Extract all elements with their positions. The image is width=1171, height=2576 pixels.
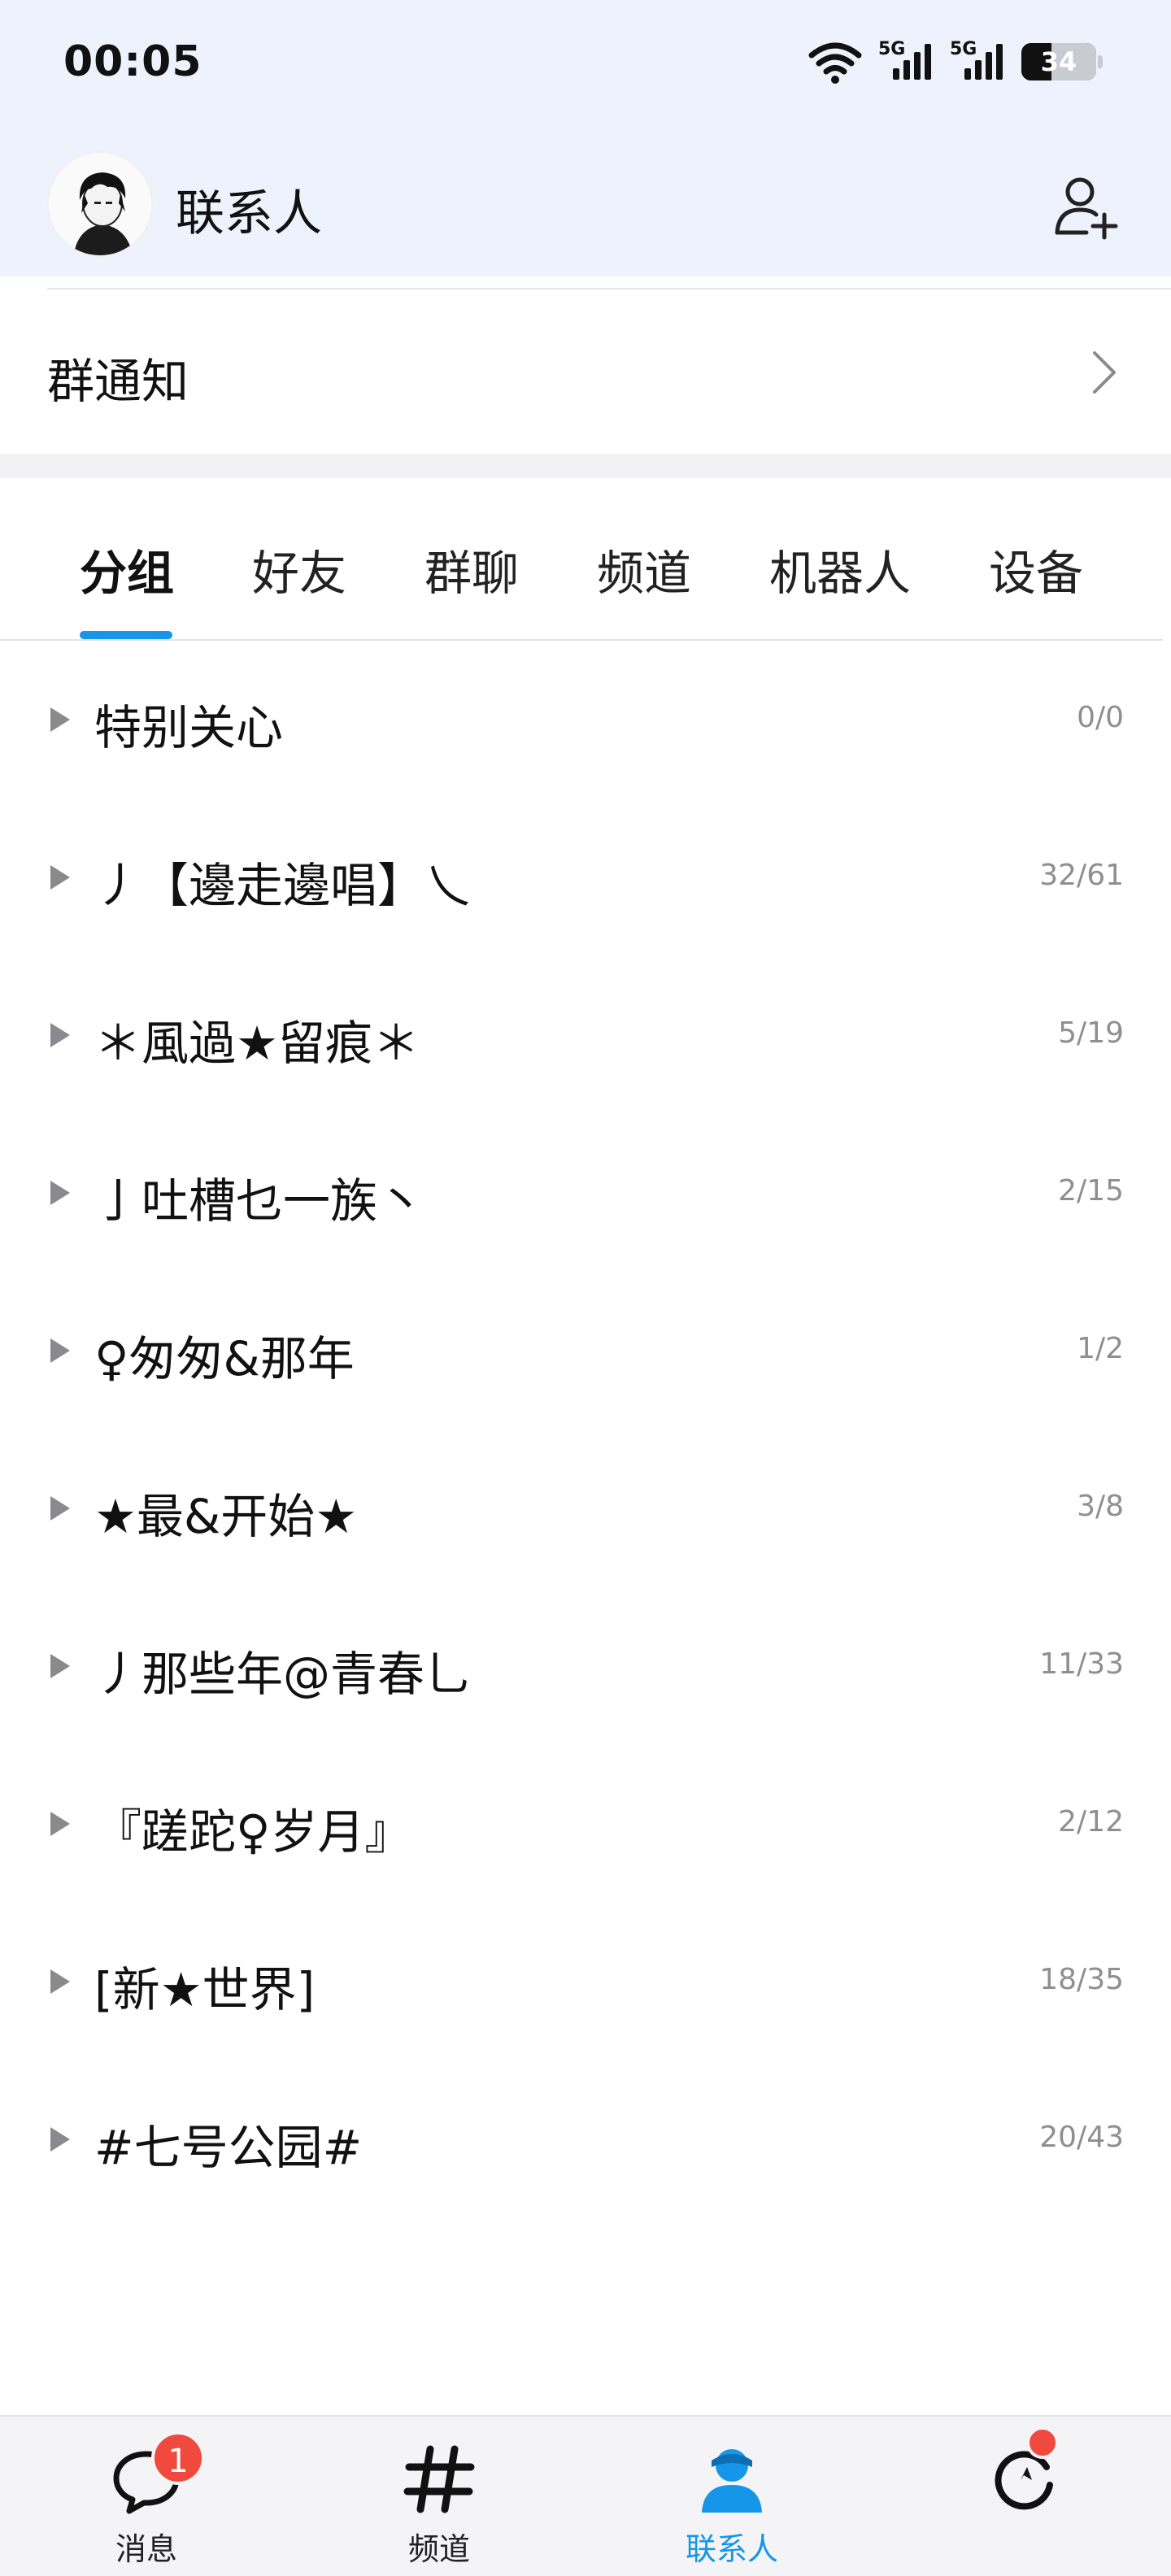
unread-badge: 1 <box>151 2431 205 2485</box>
group-count: 18/35 <box>1039 1963 1124 1996</box>
group-name: [新★世界] <box>94 1962 316 2017</box>
signal-icon-1: 5G <box>878 39 935 85</box>
wifi-icon <box>808 42 862 84</box>
tab-groups[interactable]: 分组 <box>80 535 174 603</box>
nav-contacts[interactable]: 联系人 <box>634 2417 829 2576</box>
header-divider <box>47 288 1171 289</box>
group-count: 2/12 <box>1058 1805 1124 1838</box>
group-name: 亅吐槽乜一族丶 <box>94 1173 425 1229</box>
section-gap <box>0 454 1171 478</box>
battery-icon: 34 <box>1021 43 1096 80</box>
contacts-person-icon <box>702 2449 762 2513</box>
group-count: 3/8 <box>1077 1490 1124 1523</box>
tab-bar: 分组 好友 群聊 频道 机器人 设备 <box>0 478 1171 641</box>
group-notice-row[interactable]: 群通知 <box>0 291 1171 454</box>
group-list: 特别关心 0/0 丿【邊走邊唱】乀 32/61 ＊風過★留痕＊ 5/19 亅吐槽… <box>0 642 1171 2220</box>
network-label-1: 5G <box>878 39 906 59</box>
group-name: ♀匆匆&那年 <box>94 1331 355 1386</box>
tab-group-chats[interactable]: 群聊 <box>424 535 519 603</box>
nav-messages[interactable]: 消息 <box>49 2417 244 2576</box>
battery-tip <box>1098 55 1103 68</box>
tab-active-indicator <box>80 631 172 639</box>
header: 联系人 <box>0 138 1171 276</box>
notification-dot <box>1026 2426 1059 2459</box>
hash-icon <box>403 2445 475 2513</box>
group-row[interactable]: [新★世界] 18/35 <box>0 1904 1171 2062</box>
add-contact-button[interactable] <box>1049 169 1122 242</box>
group-count: 2/15 <box>1058 1174 1124 1208</box>
network-label-2: 5G <box>950 39 977 59</box>
tab-divider <box>0 639 1163 641</box>
nav-channels[interactable]: 频道 <box>342 2417 537 2576</box>
group-name: ★最&开始★ <box>94 1489 358 1544</box>
expand-arrow-icon <box>50 1023 70 1047</box>
expand-arrow-icon <box>50 1181 70 1205</box>
group-name: ＊風過★留痕＊ <box>94 1016 420 1071</box>
group-name: #七号公园# <box>94 2120 363 2175</box>
group-row[interactable]: #七号公园# 20/43 <box>0 2062 1171 2220</box>
avatar-image <box>49 153 151 255</box>
group-row[interactable]: 特别关心 0/0 <box>0 642 1171 800</box>
signal-icon-2: 5G <box>950 39 1007 85</box>
tab-channels[interactable]: 频道 <box>597 535 691 603</box>
group-name: 丿【邊走邊唱】乀 <box>94 858 472 913</box>
expand-arrow-icon <box>50 2127 70 2152</box>
group-notice-label: 群通知 <box>47 354 189 409</box>
contacts-page: 00:05 5G 5G 34 联系人 群通知 分组 好友 群聊 频道 机器人 设… <box>0 0 1171 2576</box>
group-name: 『蹉跎♀岁月』 <box>94 1804 412 1860</box>
group-row[interactable]: ★最&开始★ 3/8 <box>0 1431 1171 1589</box>
expand-arrow-icon <box>50 1969 70 1994</box>
battery-level: 34 <box>1040 46 1077 77</box>
group-row[interactable]: ♀匆匆&那年 1/2 <box>0 1273 1171 1431</box>
group-name: 特别关心 <box>94 700 284 755</box>
page-title: 联系人 <box>176 185 322 242</box>
tab-friends[interactable]: 好友 <box>252 535 346 603</box>
group-row[interactable]: 『蹉跎♀岁月』 2/12 <box>0 1747 1171 1904</box>
group-name: 丿那些年@青春乚 <box>94 1647 472 1702</box>
expand-arrow-icon <box>50 1654 70 1678</box>
chevron-right-icon <box>1093 351 1116 394</box>
group-count: 0/0 <box>1077 701 1124 734</box>
group-count: 32/61 <box>1039 859 1124 892</box>
nav-channels-label: 频道 <box>407 2531 470 2567</box>
nav-contacts-label: 联系人 <box>685 2531 778 2567</box>
expand-arrow-icon <box>50 1496 70 1521</box>
group-count: 11/33 <box>1039 1647 1124 1681</box>
bottom-nav: 消息 1 频道 联系人 <box>0 2415 1171 2576</box>
tab-robots[interactable]: 机器人 <box>769 535 911 603</box>
group-count: 1/2 <box>1077 1332 1124 1365</box>
status-icons: 5G 5G 34 <box>807 37 1103 86</box>
expand-arrow-icon <box>50 1812 70 1836</box>
tab-devices[interactable]: 设备 <box>989 535 1083 603</box>
nav-messages-label: 消息 <box>115 2531 177 2567</box>
group-row[interactable]: 亅吐槽乜一族丶 2/15 <box>0 1116 1171 1273</box>
status-time: 00:05 <box>63 37 202 86</box>
group-count: 20/43 <box>1039 2121 1124 2154</box>
expand-arrow-icon <box>50 1338 70 1363</box>
expand-arrow-icon <box>50 865 70 890</box>
group-row[interactable]: 丿那些年@青春乚 11/33 <box>0 1589 1171 1747</box>
status-bar: 00:05 5G 5G 34 <box>0 0 1171 130</box>
nav-activity[interactable] <box>927 2417 1122 2576</box>
user-avatar[interactable] <box>47 151 153 257</box>
expand-arrow-icon <box>50 707 70 732</box>
group-row[interactable]: 丿【邊走邊唱】乀 32/61 <box>0 800 1171 958</box>
add-contact-icon <box>1055 177 1118 240</box>
group-row[interactable]: ＊風過★留痕＊ 5/19 <box>0 958 1171 1116</box>
group-count: 5/19 <box>1058 1016 1124 1050</box>
